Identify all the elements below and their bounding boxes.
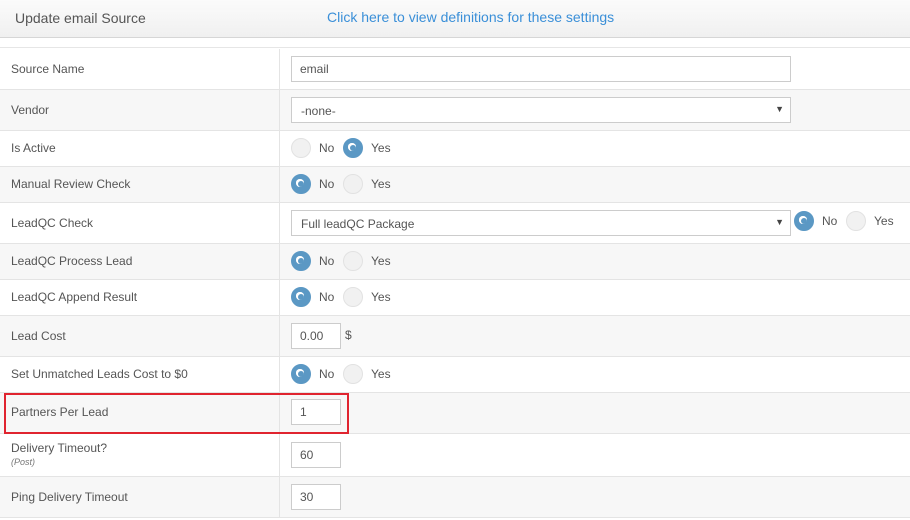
row-unmatched-cost: Set Unmatched Leads Cost to $0 No Yes <box>0 357 910 393</box>
row-manual-review: Manual Review Check No Yes <box>0 167 910 203</box>
unmatched-cost-label: Set Unmatched Leads Cost to $0 <box>11 367 188 381</box>
vendor-label: Vendor <box>11 103 50 117</box>
is-active-yes-label: Yes <box>371 141 391 155</box>
delivery-timeout-sublabel: (Post) <box>11 457 36 467</box>
ping-timeout-label: Ping Delivery Timeout <box>11 490 128 504</box>
leadqc-check-yes-radio[interactable] <box>846 211 866 231</box>
leadqc-append-yes-radio[interactable] <box>343 287 363 307</box>
is-active-no-radio[interactable] <box>291 138 311 158</box>
unmatched-cost-no-label: No <box>319 367 335 381</box>
lead-cost-input[interactable] <box>291 323 341 349</box>
manual-review-yes-radio[interactable] <box>343 174 363 194</box>
caret-down-icon: ▼ <box>775 104 784 114</box>
row-leadqc-process: LeadQC Process Lead No Yes <box>0 244 910 280</box>
leadqc-append-yes-label: Yes <box>371 290 391 304</box>
form-header: Update email Source Click here to view d… <box>0 0 910 38</box>
highlight-box <box>4 393 349 434</box>
page-title: Update email Source <box>15 10 146 26</box>
leadqc-package-select[interactable]: Full leadQC Package ▼ <box>291 210 791 236</box>
leadqc-process-no-radio[interactable] <box>291 251 311 271</box>
row-is-active: Is Active No Yes <box>0 131 910 167</box>
leadqc-check-no-radio[interactable] <box>794 211 814 231</box>
leadqc-process-no-label: No <box>319 254 335 268</box>
row-delivery-timeout: Delivery Timeout? (Post) <box>0 434 910 477</box>
leadqc-package-value: Full leadQC Package <box>301 217 415 231</box>
source-name-input[interactable] <box>291 56 791 82</box>
ping-timeout-input[interactable] <box>291 484 341 510</box>
is-active-yes-radio[interactable] <box>343 138 363 158</box>
leadqc-process-yes-radio[interactable] <box>343 251 363 271</box>
manual-review-no-radio[interactable] <box>291 174 311 194</box>
row-ping-timeout: Ping Delivery Timeout <box>0 477 910 518</box>
row-leadqc-append: LeadQC Append Result No Yes <box>0 280 910 316</box>
leadqc-append-no-radio[interactable] <box>291 287 311 307</box>
unmatched-cost-yes-label: Yes <box>371 367 391 381</box>
leadqc-check-label: LeadQC Check <box>11 216 94 230</box>
is-active-label: Is Active <box>11 141 56 155</box>
lead-cost-label: Lead Cost <box>11 329 66 343</box>
manual-review-label: Manual Review Check <box>11 177 131 191</box>
delivery-timeout-label: Delivery Timeout? <box>11 441 108 455</box>
manual-review-yes-label: Yes <box>371 177 391 191</box>
lead-cost-currency: $ <box>345 328 352 342</box>
leadqc-append-label: LeadQC Append Result <box>11 290 138 304</box>
manual-review-no-label: No <box>319 177 335 191</box>
leadqc-process-label: LeadQC Process Lead <box>11 254 133 268</box>
row-lead-cost: Lead Cost $ <box>0 316 910 357</box>
leadqc-check-yes-label: Yes <box>874 214 894 228</box>
definitions-link[interactable]: Click here to view definitions for these… <box>327 9 614 25</box>
leadqc-append-no-label: No <box>319 290 335 304</box>
vendor-select[interactable]: -none- ▼ <box>291 97 791 123</box>
delivery-timeout-input[interactable] <box>291 442 341 468</box>
header-spacer <box>0 38 910 48</box>
unmatched-cost-no-radio[interactable] <box>291 364 311 384</box>
row-leadqc-check: LeadQC Check Full leadQC Package ▼ No Ye… <box>0 203 910 244</box>
leadqc-check-no-label: No <box>822 214 838 228</box>
is-active-no-label: No <box>319 141 335 155</box>
row-vendor: Vendor -none- ▼ <box>0 90 910 131</box>
row-source-name: Source Name <box>0 49 910 90</box>
caret-down-icon: ▼ <box>775 217 784 227</box>
source-name-label: Source Name <box>11 62 85 76</box>
unmatched-cost-yes-radio[interactable] <box>343 364 363 384</box>
leadqc-process-yes-label: Yes <box>371 254 391 268</box>
vendor-value: -none- <box>301 104 336 118</box>
